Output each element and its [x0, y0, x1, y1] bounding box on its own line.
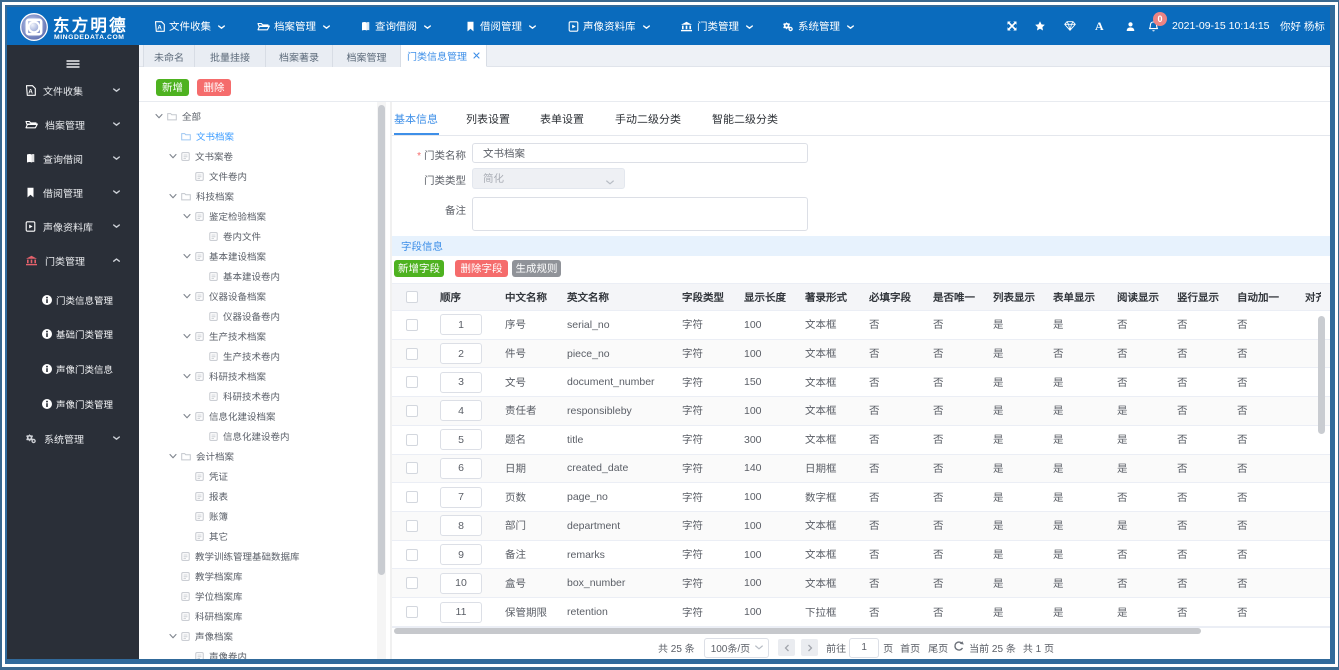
svg-text:A: A: [157, 24, 162, 31]
svg-text:A: A: [28, 88, 33, 95]
